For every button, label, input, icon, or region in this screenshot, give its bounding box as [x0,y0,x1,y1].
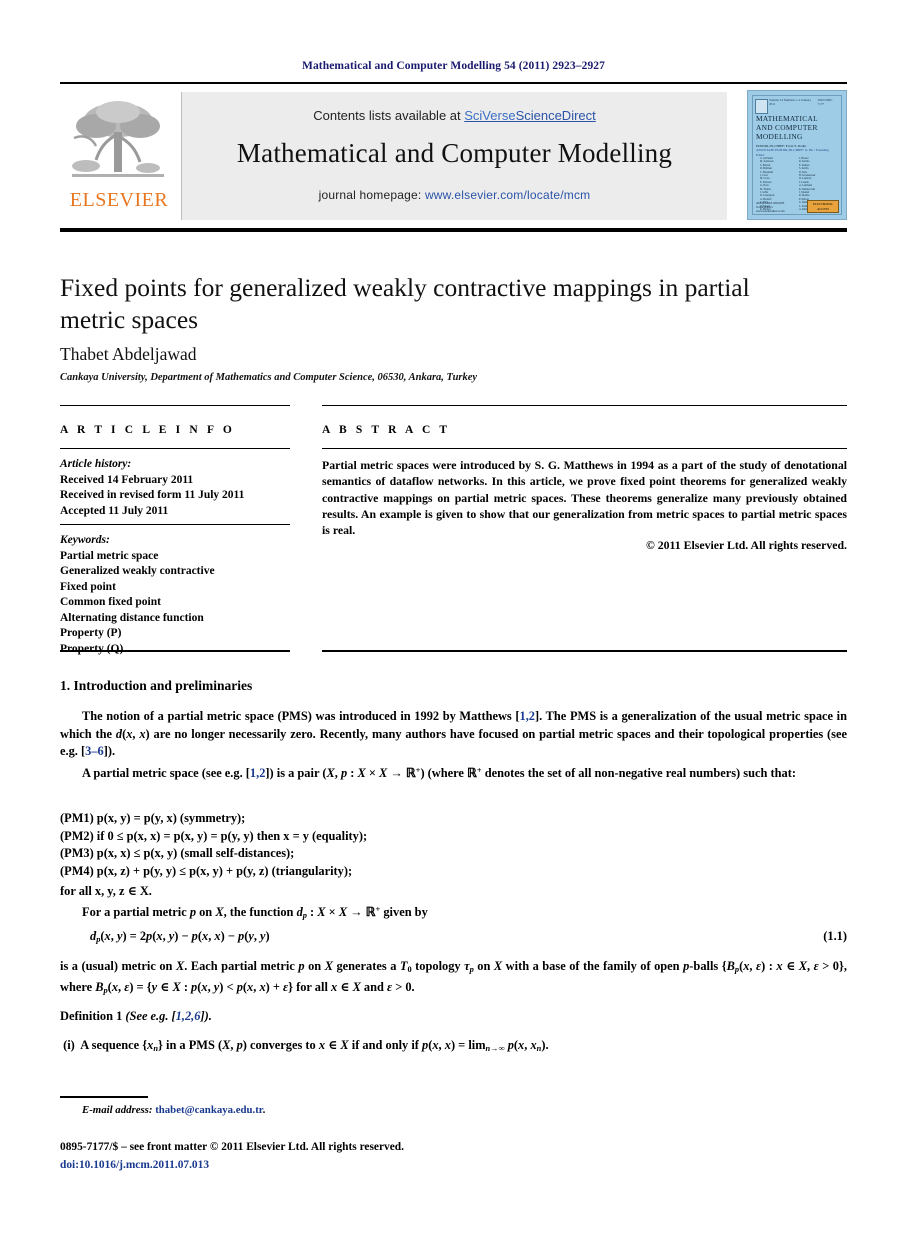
footer-doi[interactable]: doi:10.1016/j.mcm.2011.07.013 [60,1159,209,1171]
email-address[interactable]: thabet@cankaya.edu.tr [155,1104,262,1116]
axiom-pm4: (PM4) p(x, z) + p(y, y) ≤ p(x, y) + p(y,… [60,863,353,878]
abstract-rule-1 [322,448,847,449]
citation-link[interactable]: 1,2 [520,709,536,723]
para2-part-c: denotes the set of all non-negative real… [481,766,796,780]
definition-item-i: (i) A sequence {xn} in a PMS (X, p) conv… [60,1038,549,1053]
footnote-rule [60,1096,148,1098]
homepage-label: journal homepage: [318,188,425,202]
paragraph-2: A partial metric space (see e.g. [1,2]) … [82,766,796,780]
cover-title-line3: MODELLING [756,132,803,141]
article-title: Fixed points for generalized weakly cont… [60,273,750,334]
history-item: Received in revised form 11 July 2011 [60,489,245,501]
math-d-x-x: d [115,726,123,741]
elsevier-logo: ELSEVIER [60,92,178,220]
keyword-item: Alternating distance function [60,611,204,624]
cover-editor-line2: ASSOCIATE EDITOR-IN-CHIEF: X. Hu / Found… [756,148,829,157]
keyword-item: Property (P) [60,627,122,639]
partial-metric-function-line: For a partial metric p on X, the functio… [82,905,428,920]
cover-issn: ISSN 0895-7177 [817,98,833,106]
email-label: E-mail address: [82,1104,153,1116]
cover-elsevier-mark [755,99,768,114]
equation-1-1-row: dp(x, y) = 2p(x, y) − p(x, x) − p(y, y) … [60,928,847,949]
cover-title-line1: MATHEMATICAL [756,114,818,123]
para2-part-a: A partial metric space (see e.g. [ [82,766,250,780]
masthead-panel: Contents lists available at SciVerseScie… [182,92,727,220]
elsevier-wordmark: ELSEVIER [69,189,169,211]
para1-part-c: are no longer necessarily zero. Recently… [60,726,847,759]
abstract-heading: A B S T R A C T [322,424,451,436]
contents-line: Contents lists available at SciVerseScie… [182,108,727,123]
masthead-bottom-rule [60,228,847,232]
article-page: Mathematical and Computer Modelling 54 (… [0,0,907,1238]
info-rule-3 [60,650,290,652]
footer-issn: 0895-7177/$ – see front matter © 2011 El… [60,1141,404,1153]
axiom-pm3: (PM3) p(x, x) ≤ p(x, y) (small self-dist… [60,846,295,861]
citation-link[interactable]: 3–6 [85,744,104,758]
running-head-rule [60,82,847,84]
keyword-item: Common fixed point [60,596,161,608]
article-history: Article history: Received 14 February 20… [60,457,295,519]
keyword-item: Generalized weakly contractive [60,565,215,577]
para1-part-d: ]). [103,744,116,759]
cover-access-badge: ELECTRONIC ACCESS [807,200,839,213]
section-heading: 1. Introduction and preliminaries [60,678,253,693]
journal-homepage-line: journal homepage: www.elsevier.com/locat… [182,188,727,202]
info-rule-2 [60,524,290,525]
info-rule-top [60,405,290,406]
keywords-list: Keywords: Partial metric space Generaliz… [60,533,295,657]
cover-footer: AVAILABLE ONLINE ScienceDirect www.scien… [756,201,785,213]
author-affiliation: Cankaya University, Department of Mathem… [60,372,478,383]
cover-volume: Volume 54 Numbers 1-2 January 2011 [769,98,812,106]
definition-source-b: ]). [200,1009,212,1023]
axiom-pm2: (PM2) if 0 ≤ p(x, x) = p(x, y) = p(y, y)… [60,828,368,843]
cover-board-list: A. Al-Fahed M. Anderson S. Barnett R. Be… [760,157,834,212]
abstract-rule-2 [322,650,847,652]
definition-label: Definition 1 [60,1009,123,1023]
homepage-url[interactable]: www.elsevier.com/locate/mcm [425,188,590,202]
equation-box: dp(x, y) = 2p(x, y) − p(x, x) − p(y, y) … [60,928,847,949]
keyword-item: Fixed point [60,580,116,593]
cover-title-line2: AND COMPUTER [756,123,818,132]
pm-axioms: (PM1) p(x, y) = p(y, x) (symmetry); (PM2… [60,810,847,880]
cover-editors: EDITOR-IN-CHIEF: Ervin Y. Rodin ASSOCIAT… [756,144,838,157]
article-info-heading: A R T I C L E I N F O [60,424,235,436]
keywords-label: Keywords: [60,534,110,546]
history-item: Accepted 11 July 2011 [60,504,169,517]
footnote-email: E-mail address: thabet@cankaya.edu.tr. [82,1104,265,1116]
sciencedirect-link[interactable]: SciVerseScienceDirect [464,108,596,123]
cover-title: MATHEMATICAL AND COMPUTER MODELLING [756,114,840,141]
definition-1-heading: Definition 1 (See e.g. [1,2,6]). [60,1008,847,1026]
keyword-item: Partial metric space [60,549,159,562]
abstract-copyright: © 2011 Elsevier Ltd. All rights reserved… [645,538,847,552]
email-suffix: . [262,1104,266,1116]
article-author: Thabet Abdeljawad [60,344,197,364]
abstract-rule-top [322,405,847,406]
definition-source-a: (See e.g. [ [125,1009,176,1023]
para2-part-b: ]) is a pair [265,766,323,780]
paragraph-3: is a (usual) metric on X. Each partial m… [60,959,847,995]
journal-cover-thumbnail: Volume 54 Numbers 1-2 January 2011 ISSN … [747,90,847,220]
para1-part-a: The notion of a partial metric space (PM… [82,709,520,723]
sciverse-word: SciVerse [464,108,516,123]
for-all-line: for all x, y, z ∈ X. [60,884,152,898]
cover-board-left: A. Al-Fahed M. Anderson S. Barnett R. Be… [760,157,775,212]
equation-number: (1.1) [823,929,847,943]
history-label: Article history: [60,458,132,470]
contents-prefix: Contents lists available at [313,108,465,123]
citation-link[interactable]: 1,2 [250,766,266,780]
journal-masthead: ELSEVIER Contents lists available at Sci… [60,90,847,220]
elsevier-tree-icon [72,101,164,177]
abstract-text: Partial metric spaces were introduced by… [322,458,847,538]
history-item: Received 14 February 2011 [60,473,194,486]
journal-title: Mathematical and Computer Modelling [236,138,673,168]
equation-1-1: dp(x, y) = 2p(x, y) − p(x, x) − p(y, y) [90,929,270,944]
running-head: Mathematical and Computer Modelling 54 (… [302,60,605,72]
axiom-pm1: (PM1) p(x, y) = p(y, x) (symmetry); [60,811,246,825]
cover-board-right: J. Hauser R. Kalaba E. Kamen S. Karlin D… [799,157,816,212]
sciencedirect-word: ScienceDirect [515,108,596,123]
citation-link[interactable]: 1,2,6 [176,1009,201,1023]
paragraph-1: The notion of a partial metric space (PM… [60,709,847,759]
info-rule-1 [60,448,290,449]
